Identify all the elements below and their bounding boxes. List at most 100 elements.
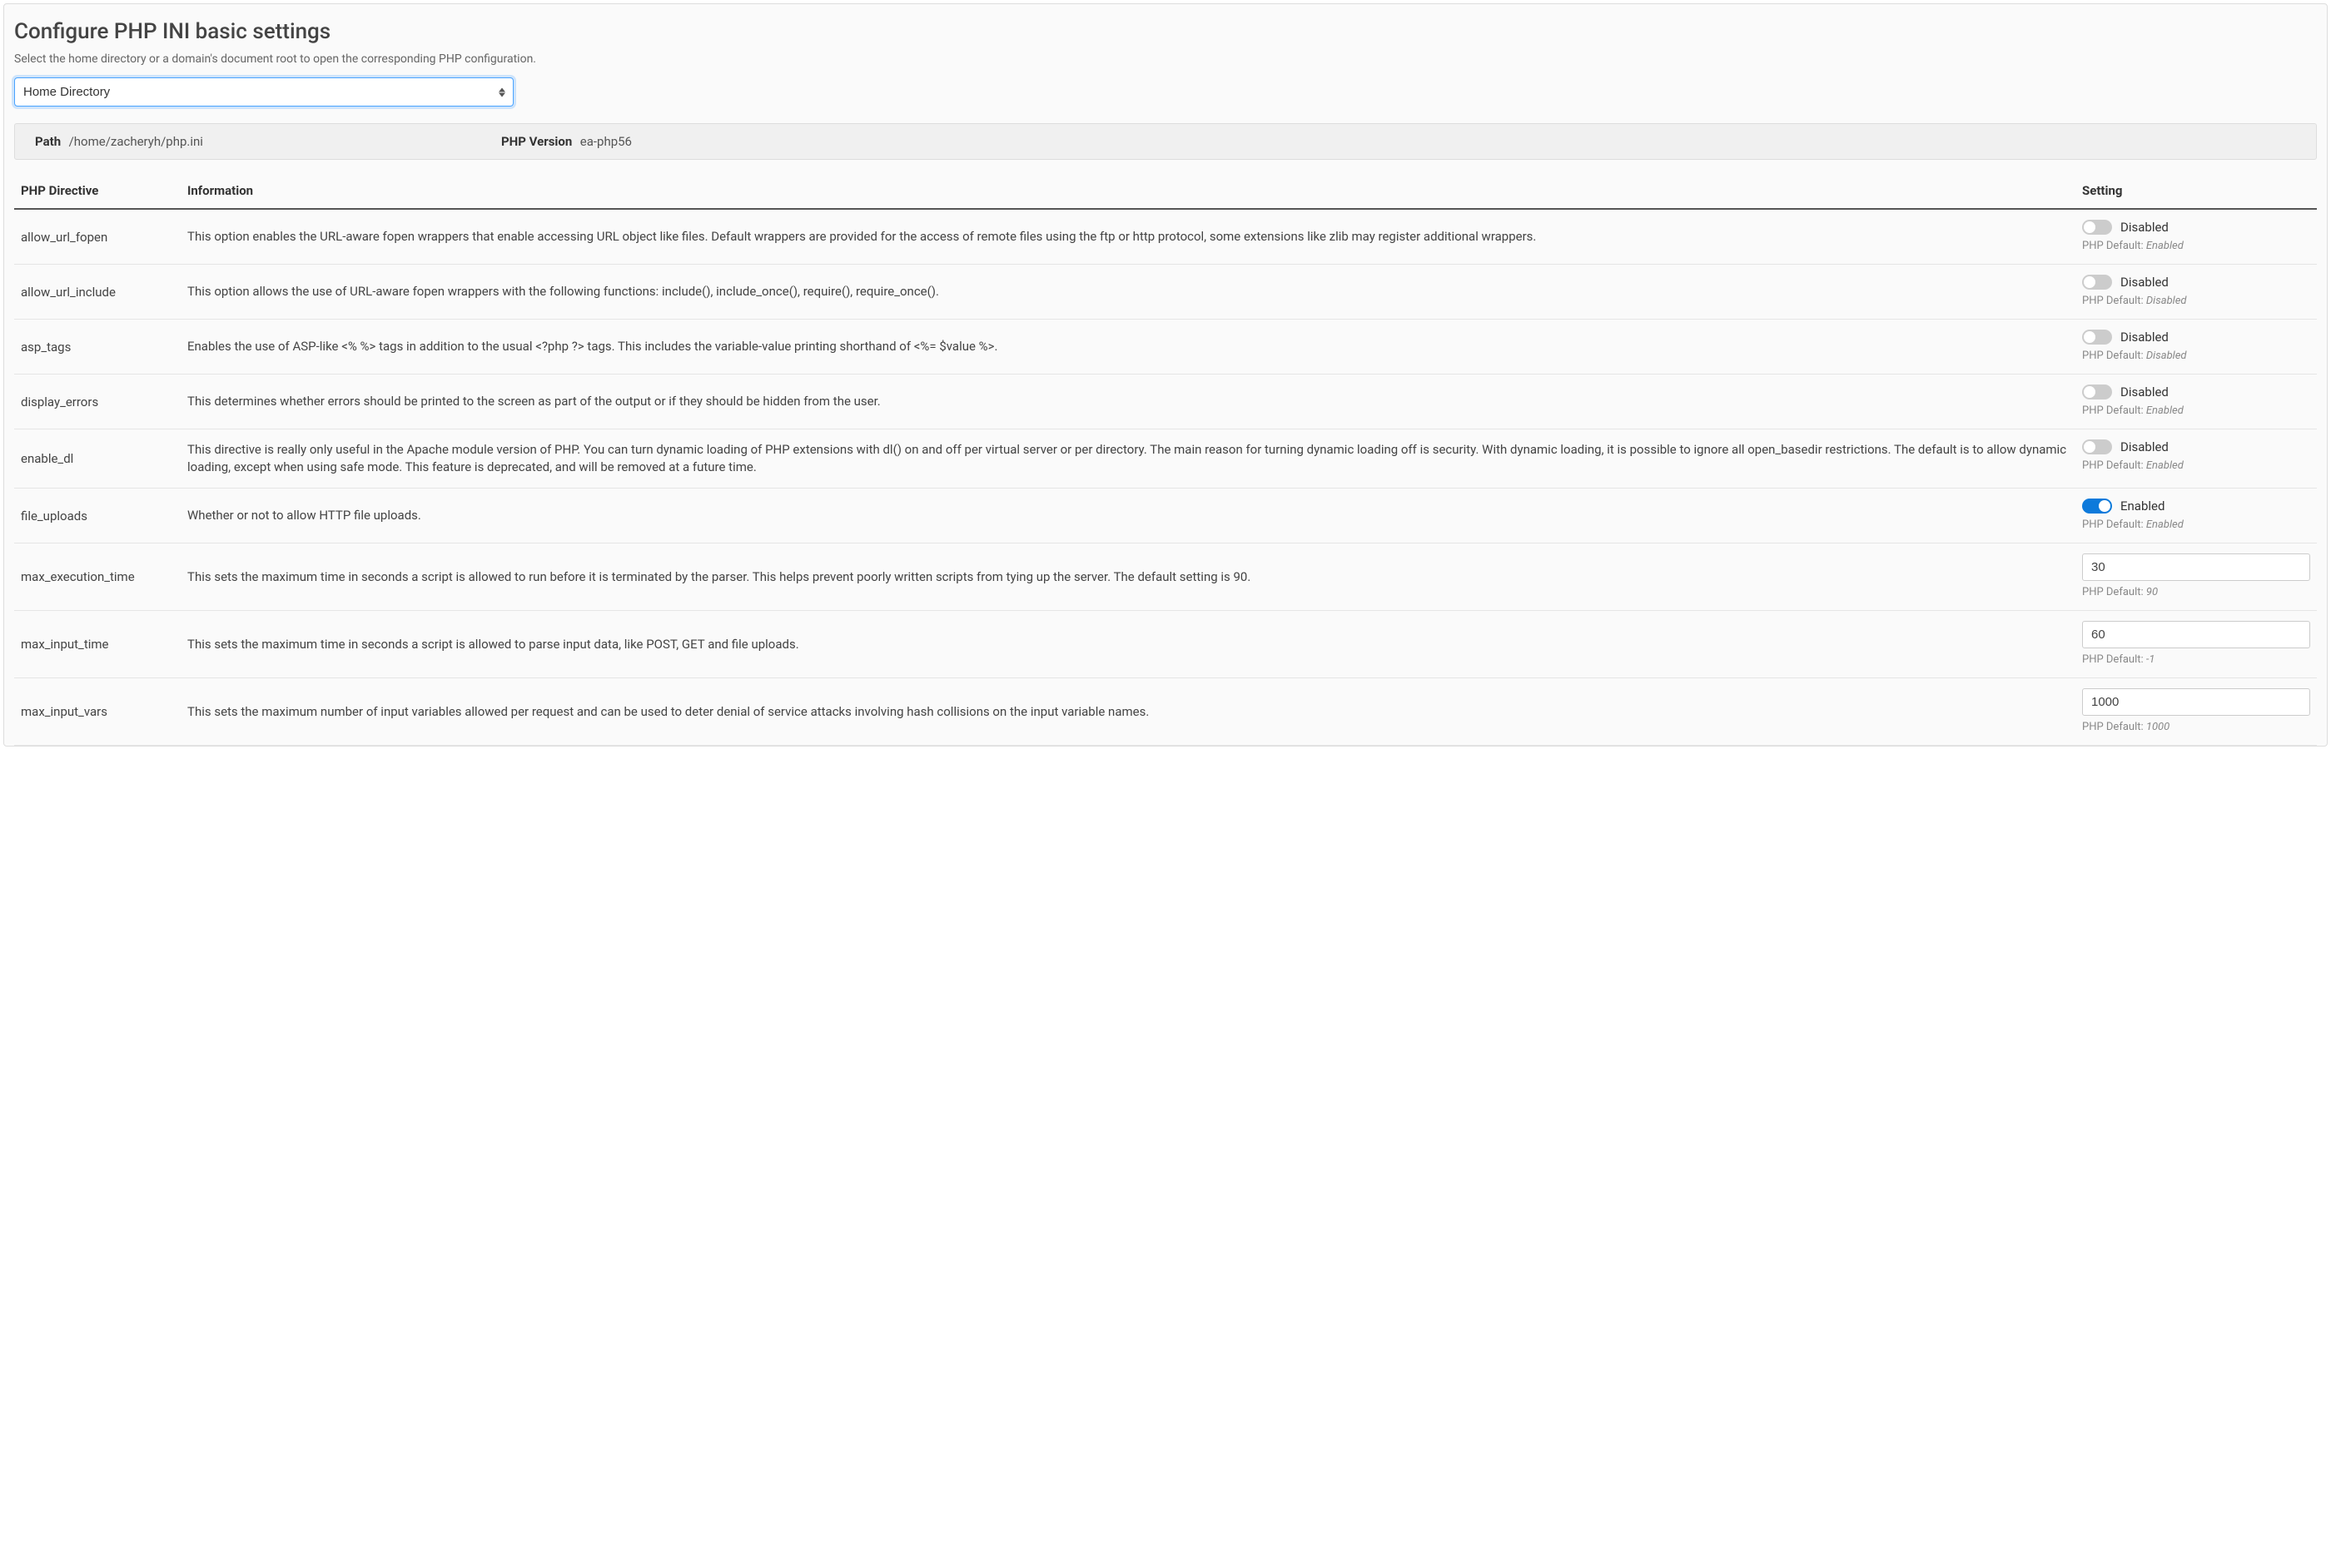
info-bar: Path /home/zacheryh/php.ini PHP Version …	[14, 123, 2317, 160]
toggle-knob	[2084, 331, 2095, 343]
directive-name: file_uploads	[14, 489, 181, 543]
php-default: PHP Default: Enabled	[2082, 519, 2310, 531]
toggle-knob	[2084, 276, 2095, 288]
page-title: Configure PHP INI basic settings	[14, 19, 2317, 44]
directive-info: This option enables the URL-aware fopen …	[181, 209, 2075, 265]
col-header-information: Information	[181, 175, 2075, 209]
directive-info: This sets the maximum time in seconds a …	[181, 611, 2075, 678]
col-header-directive: PHP Directive	[14, 175, 181, 209]
page-subtitle: Select the home directory or a domain's …	[14, 52, 2317, 66]
table-row: max_input_timeThis sets the maximum time…	[14, 611, 2317, 678]
directive-input[interactable]	[2082, 553, 2310, 581]
directive-info: This sets the maximum number of input va…	[181, 678, 2075, 746]
table-row: file_uploadsWhether or not to allow HTTP…	[14, 489, 2317, 543]
php-default-prefix: PHP Default:	[2082, 519, 2146, 531]
directive-setting-cell: PHP Default: 1000	[2075, 678, 2317, 746]
directives-table: PHP Directive Information Setting allow_…	[14, 175, 2317, 746]
directive-input[interactable]	[2082, 688, 2310, 716]
toggle-switch[interactable]	[2082, 275, 2112, 290]
php-default-value: Enabled	[2146, 519, 2184, 531]
table-row: enable_dlThis directive is really only u…	[14, 429, 2317, 489]
php-default-value: -1	[2146, 653, 2155, 666]
directive-info: This determines whether errors should be…	[181, 375, 2075, 429]
col-header-setting: Setting	[2075, 175, 2317, 209]
table-row: allow_url_includeThis option allows the …	[14, 265, 2317, 320]
table-row: asp_tagsEnables the use of ASP-like <% %…	[14, 320, 2317, 375]
info-path: Path /home/zacheryh/php.ini	[35, 134, 501, 149]
directive-input[interactable]	[2082, 621, 2310, 648]
toggle-row: Enabled	[2082, 499, 2310, 514]
toggle-knob	[2099, 500, 2110, 512]
toggle-state-label: Disabled	[2120, 330, 2169, 345]
php-default-value: Disabled	[2146, 350, 2187, 362]
php-default-prefix: PHP Default:	[2082, 586, 2146, 598]
directive-name: display_errors	[14, 375, 181, 429]
directive-setting-cell: Disabled PHP Default: Enabled	[2075, 209, 2317, 265]
table-row: display_errorsThis determines whether er…	[14, 375, 2317, 429]
toggle-knob	[2084, 221, 2095, 233]
toggle-row: Disabled	[2082, 385, 2310, 399]
directive-setting-cell: Disabled PHP Default: Enabled	[2075, 375, 2317, 429]
toggle-switch[interactable]	[2082, 499, 2112, 514]
toggle-state-label: Disabled	[2120, 220, 2169, 235]
directive-info: This sets the maximum time in seconds a …	[181, 543, 2075, 611]
php-default-prefix: PHP Default:	[2082, 295, 2146, 307]
php-default-value: Enabled	[2146, 240, 2184, 252]
table-header-row: PHP Directive Information Setting	[14, 175, 2317, 209]
php-default: PHP Default: -1	[2082, 653, 2310, 666]
directive-name: enable_dl	[14, 429, 181, 489]
toggle-row: Disabled	[2082, 439, 2310, 454]
directive-name: asp_tags	[14, 320, 181, 375]
toggle-row: Disabled	[2082, 220, 2310, 235]
php-ini-panel: Configure PHP INI basic settings Select …	[3, 3, 2328, 747]
path-label: Path	[35, 134, 61, 149]
toggle-switch[interactable]	[2082, 385, 2112, 399]
directive-info: This directive is really only useful in …	[181, 429, 2075, 489]
directive-setting-cell: EnabledPHP Default: Enabled	[2075, 489, 2317, 543]
directory-select[interactable]: Home Directory	[14, 77, 514, 107]
version-value: ea-php56	[580, 134, 632, 149]
php-default-value: 90	[2146, 586, 2158, 598]
path-value: /home/zacheryh/php.ini	[69, 134, 203, 149]
table-row: allow_url_fopenThis option enables the U…	[14, 209, 2317, 265]
toggle-switch[interactable]	[2082, 330, 2112, 345]
php-default: PHP Default: 90	[2082, 586, 2310, 598]
toggle-row: Disabled	[2082, 330, 2310, 345]
php-default: PHP Default: Disabled	[2082, 295, 2310, 307]
directive-setting-cell: PHP Default: 90	[2075, 543, 2317, 611]
directive-name: max_input_time	[14, 611, 181, 678]
toggle-state-label: Disabled	[2120, 385, 2169, 399]
php-default-value: Disabled	[2146, 295, 2187, 307]
php-default: PHP Default: Disabled	[2082, 350, 2310, 362]
toggle-knob	[2084, 386, 2095, 398]
directive-name: allow_url_include	[14, 265, 181, 320]
toggle-switch[interactable]	[2082, 439, 2112, 454]
php-default-prefix: PHP Default:	[2082, 404, 2146, 417]
directive-info: Whether or not to allow HTTP file upload…	[181, 489, 2075, 543]
toggle-switch[interactable]	[2082, 220, 2112, 235]
php-default-prefix: PHP Default:	[2082, 721, 2146, 733]
php-default: PHP Default: 1000	[2082, 721, 2310, 733]
directive-setting-cell: DisabledPHP Default: Disabled	[2075, 265, 2317, 320]
directive-setting-cell: PHP Default: -1	[2075, 611, 2317, 678]
php-default-prefix: PHP Default:	[2082, 350, 2146, 362]
php-default: PHP Default: Enabled	[2082, 404, 2310, 417]
directive-setting-cell: DisabledPHP Default: Disabled	[2075, 320, 2317, 375]
php-default: PHP Default: Enabled	[2082, 240, 2310, 252]
php-default-value: Enabled	[2146, 404, 2184, 417]
php-default-prefix: PHP Default:	[2082, 653, 2146, 666]
php-default-prefix: PHP Default:	[2082, 459, 2146, 472]
directive-name: allow_url_fopen	[14, 209, 181, 265]
directory-select-wrap: Home Directory	[14, 77, 514, 107]
toggle-row: Disabled	[2082, 275, 2310, 290]
toggle-state-label: Enabled	[2120, 499, 2164, 514]
php-default: PHP Default: Enabled	[2082, 459, 2310, 472]
php-default-value: 1000	[2146, 721, 2169, 733]
directive-info: This option allows the use of URL-aware …	[181, 265, 2075, 320]
toggle-knob	[2084, 441, 2095, 453]
version-label: PHP Version	[501, 134, 572, 149]
table-row: max_execution_timeThis sets the maximum …	[14, 543, 2317, 611]
php-default-value: Enabled	[2146, 459, 2184, 472]
directive-info: Enables the use of ASP-like <% %> tags i…	[181, 320, 2075, 375]
directive-name: max_execution_time	[14, 543, 181, 611]
